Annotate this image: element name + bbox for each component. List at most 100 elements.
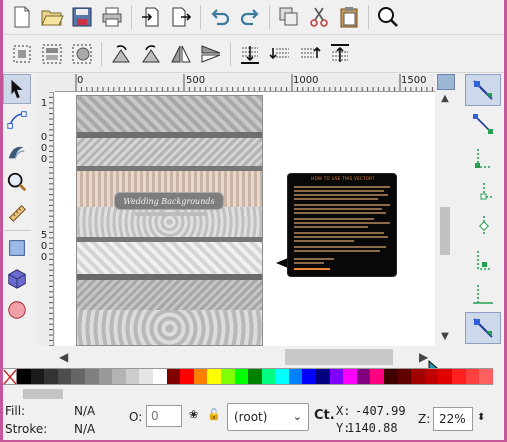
- snap-page-border-icon[interactable]: [465, 278, 501, 310]
- rotate-cw-icon[interactable]: [136, 39, 166, 69]
- color-swatch[interactable]: [370, 369, 385, 384]
- select-all-layers-icon[interactable]: [37, 39, 67, 69]
- rotate-ccw-icon[interactable]: [106, 39, 136, 69]
- flip-horizontal-icon[interactable]: [166, 39, 196, 69]
- color-swatch[interactable]: [397, 369, 412, 384]
- page-artwork[interactable]: Wedding Backgrounds: [76, 95, 263, 346]
- color-swatch[interactable]: [220, 369, 235, 384]
- color-swatch[interactable]: [316, 369, 330, 384]
- node-tool-icon[interactable]: [3, 105, 31, 135]
- save-icon[interactable]: [67, 2, 97, 32]
- vertical-scrollbar[interactable]: ▲ ▼: [435, 92, 455, 346]
- snap-nodes-icon[interactable]: [465, 312, 501, 344]
- color-swatch[interactable]: [288, 369, 303, 384]
- color-swatch[interactable]: [261, 369, 276, 384]
- drawing-canvas[interactable]: Wedding Backgrounds HOW TO USE THIS VECT…: [55, 92, 435, 346]
- color-swatch[interactable]: [193, 369, 208, 384]
- color-swatch[interactable]: [248, 369, 262, 384]
- zoom-field[interactable]: 22%: [433, 407, 473, 431]
- color-swatch[interactable]: [44, 369, 58, 384]
- color-swatch[interactable]: [424, 369, 439, 384]
- lower-to-bottom-icon[interactable]: [235, 39, 265, 69]
- color-swatch[interactable]: [411, 369, 425, 384]
- import-icon[interactable]: [136, 2, 166, 32]
- lower-icon[interactable]: [265, 39, 295, 69]
- color-swatch[interactable]: [17, 369, 31, 384]
- snap-bbox-icon[interactable]: [465, 108, 501, 140]
- fill-value[interactable]: N/A: [74, 404, 95, 418]
- vertical-ruler[interactable]: 1 0 0 0 5 0 0: [36, 92, 54, 346]
- color-swatch[interactable]: [452, 369, 466, 384]
- deselect-icon[interactable]: [67, 39, 97, 69]
- color-swatch[interactable]: [30, 369, 45, 384]
- redo-icon[interactable]: [235, 2, 265, 32]
- paste-icon[interactable]: [334, 2, 364, 32]
- lock-icon[interactable]: 🔓: [207, 408, 221, 421]
- new-document-icon[interactable]: [7, 2, 37, 32]
- color-swatch[interactable]: [329, 369, 344, 384]
- raise-to-top-icon[interactable]: [325, 39, 355, 69]
- horizontal-scroll-thumb[interactable]: [285, 349, 393, 365]
- color-swatch[interactable]: [343, 369, 357, 384]
- color-swatch[interactable]: [71, 369, 85, 384]
- color-swatch[interactable]: [125, 369, 140, 384]
- scroll-right-icon[interactable]: ▶: [419, 350, 428, 364]
- color-swatch[interactable]: [207, 369, 221, 384]
- zoom-tool-icon[interactable]: [3, 167, 31, 197]
- color-swatch[interactable]: [139, 369, 153, 384]
- color-swatch[interactable]: [57, 369, 72, 384]
- opacity-label: O:: [129, 410, 143, 424]
- opacity-spinbox[interactable]: 0: [146, 405, 182, 427]
- snap-bbox-center-icon[interactable]: [465, 244, 501, 276]
- horizontal-ruler[interactable]: 0 500 1000 1500: [55, 74, 435, 92]
- duplicate-icon[interactable]: [274, 2, 304, 32]
- selector-tool-icon[interactable]: [3, 74, 31, 104]
- palette-scrollbar[interactable]: [3, 386, 493, 401]
- ellipse-tool-icon[interactable]: [3, 295, 31, 325]
- print-icon[interactable]: [97, 2, 127, 32]
- color-swatch[interactable]: [234, 369, 249, 384]
- scroll-up-icon[interactable]: ▲: [439, 94, 451, 104]
- visibility-icon[interactable]: ❀: [189, 408, 198, 421]
- color-swatch[interactable]: [479, 369, 493, 384]
- tweak-tool-icon[interactable]: [3, 136, 31, 166]
- scroll-left-icon[interactable]: ◀: [59, 350, 68, 364]
- box3d-tool-icon[interactable]: [3, 264, 31, 294]
- snap-bbox-midpoint-icon[interactable]: [465, 210, 501, 242]
- snap-toggle-icon[interactable]: [437, 74, 455, 90]
- export-icon[interactable]: [166, 2, 196, 32]
- vertical-scroll-thumb[interactable]: [440, 207, 450, 255]
- undo-icon[interactable]: [205, 2, 235, 32]
- no-paint-swatch[interactable]: [3, 369, 17, 385]
- color-swatch[interactable]: [465, 369, 480, 384]
- snap-enable-icon[interactable]: [465, 74, 501, 106]
- color-swatch[interactable]: [166, 369, 181, 384]
- horizontal-scrollbar[interactable]: ◀ ▶: [55, 346, 435, 368]
- color-swatch[interactable]: [275, 369, 289, 384]
- color-swatch[interactable]: [84, 369, 99, 384]
- measure-tool-icon[interactable]: [3, 198, 31, 228]
- raise-icon[interactable]: [295, 39, 325, 69]
- flip-vertical-icon[interactable]: [196, 39, 226, 69]
- cut-icon[interactable]: [304, 2, 334, 32]
- color-swatch[interactable]: [98, 369, 113, 384]
- color-swatch[interactable]: [384, 369, 398, 384]
- stroke-value[interactable]: N/A: [74, 422, 95, 436]
- snap-bbox-corner-icon[interactable]: [465, 176, 501, 208]
- open-icon[interactable]: [37, 2, 67, 32]
- color-swatch[interactable]: [356, 369, 371, 384]
- rectangle-tool-icon[interactable]: [3, 233, 31, 263]
- color-swatch[interactable]: [112, 369, 126, 384]
- color-swatch[interactable]: [152, 369, 167, 384]
- scroll-down-icon[interactable]: ▼: [439, 332, 451, 342]
- palette-scroll-thumb[interactable]: [23, 389, 63, 399]
- layer-selector[interactable]: (root) ⌄: [227, 403, 309, 431]
- instruction-note[interactable]: HOW TO USE THIS VECTOR?: [287, 173, 397, 277]
- zoom-stepper-icon[interactable]: ⬍: [477, 412, 485, 423]
- zoom-icon[interactable]: [373, 2, 403, 32]
- select-all-icon[interactable]: [7, 39, 37, 69]
- color-swatch[interactable]: [302, 369, 317, 384]
- color-swatch[interactable]: [180, 369, 194, 384]
- snap-bbox-edge-icon[interactable]: [465, 142, 501, 174]
- color-swatch[interactable]: [438, 369, 452, 384]
